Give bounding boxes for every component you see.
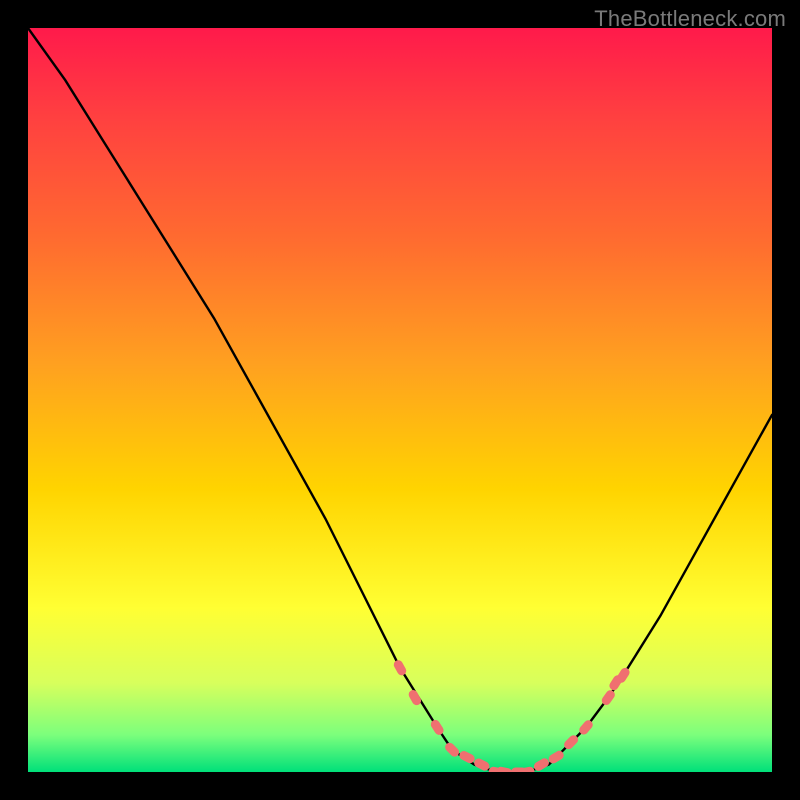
watermark-text: TheBottleneck.com [594, 6, 786, 32]
marker [458, 749, 476, 764]
curve-layer [28, 28, 772, 772]
chart-frame: TheBottleneck.com [0, 0, 800, 800]
marker [443, 741, 461, 759]
plot-area [28, 28, 772, 772]
bottleneck-curve [28, 28, 772, 772]
marker [407, 688, 423, 706]
marker [392, 659, 408, 677]
marker [495, 766, 512, 772]
